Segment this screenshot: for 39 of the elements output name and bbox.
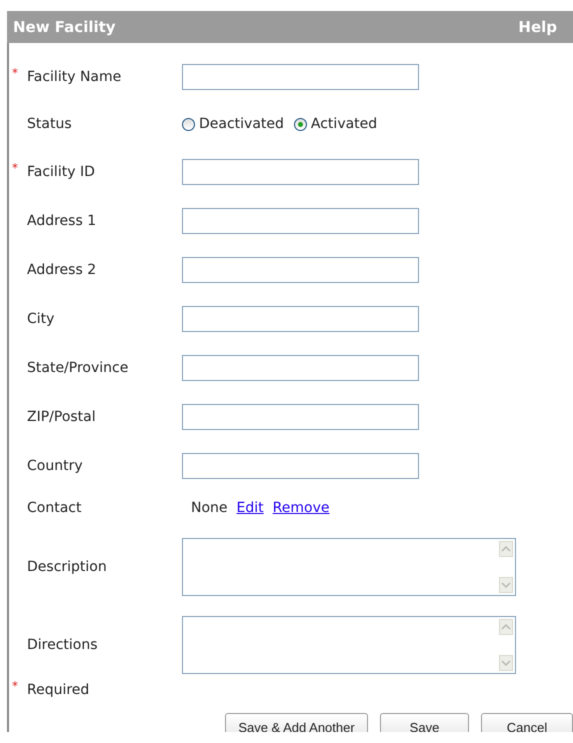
contact-value: None [191,500,228,516]
contact-link[interactable]: Edit [236,500,264,516]
text-area[interactable] [182,538,516,596]
form-button[interactable]: Save [380,713,469,732]
text-field[interactable] [182,306,419,332]
form-title: New Facility [13,18,116,36]
scroll-down-icon[interactable] [499,655,513,671]
contact-link[interactable]: Remove [272,500,330,516]
field-label: Address 1 [27,212,96,228]
radio-option[interactable]: Activated [294,116,378,132]
scroll-down-icon[interactable] [499,577,513,593]
text-field[interactable] [182,256,419,282]
text-field[interactable] [182,404,419,430]
field-label: Directions [27,637,98,653]
text-field[interactable] [182,208,419,234]
radio-option[interactable]: Deactivated [182,116,284,132]
field-label: Address 2 [27,262,96,278]
field-label: Facility ID [27,164,95,180]
text-field[interactable] [182,354,419,380]
text-field[interactable] [182,452,419,478]
field-label: Contact [27,500,82,516]
required-mark: * [12,679,18,693]
text-area[interactable] [182,616,516,674]
required-mark: * [12,160,18,174]
field-label: Facility Name [27,69,122,85]
field-label: ZIP/Postal [27,408,96,424]
required-mark: * [12,66,18,80]
field-label: Country [27,458,83,474]
field-label: Description [27,559,107,575]
form-button[interactable]: Cancel [481,713,573,732]
scroll-up-icon[interactable] [499,541,513,557]
required-note: Required [27,682,90,698]
field-label: State/Province [27,360,128,376]
text-field[interactable] [182,158,419,184]
form-button[interactable]: Save & Add Another [225,713,368,732]
field-label: Status [27,116,72,132]
field-label: City [27,310,54,326]
scroll-up-icon[interactable] [499,619,513,635]
text-field[interactable] [182,64,419,90]
